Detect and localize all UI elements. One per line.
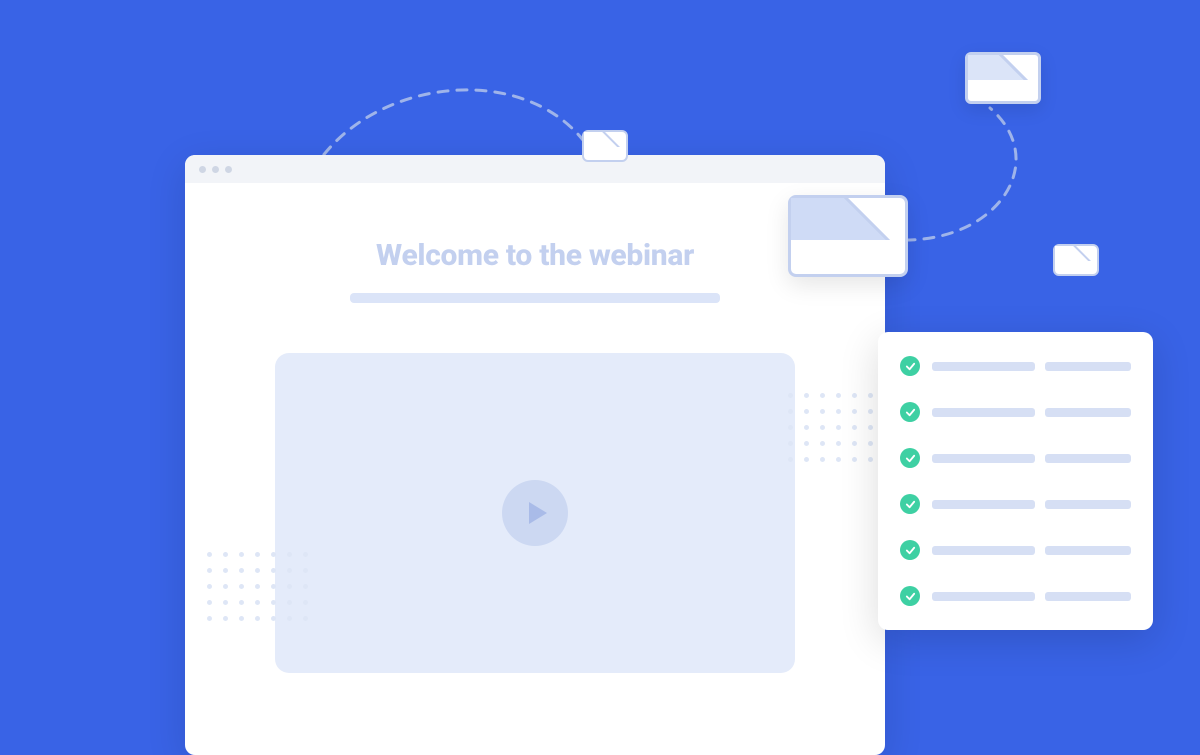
checklist-item [900, 356, 1131, 376]
envelope-icon [582, 130, 628, 162]
page-subtitle-placeholder [350, 293, 720, 303]
check-icon [900, 540, 920, 560]
window-dot-icon [199, 166, 206, 173]
video-player[interactable] [275, 353, 795, 673]
text-placeholder [1045, 546, 1131, 555]
text-placeholder [1045, 500, 1131, 509]
check-icon [900, 494, 920, 514]
window-dot-icon [212, 166, 219, 173]
checklist-item [900, 448, 1131, 468]
checklist-item [900, 540, 1131, 560]
browser-window: Welcome to the webinar [185, 155, 885, 755]
text-placeholder [1045, 408, 1131, 417]
check-icon [900, 448, 920, 468]
play-button[interactable] [502, 480, 568, 546]
path-arc-right [890, 100, 1080, 250]
check-icon [900, 356, 920, 376]
text-placeholder [1045, 362, 1131, 371]
checklist-item [900, 586, 1131, 606]
check-icon [900, 402, 920, 422]
text-placeholder [1045, 592, 1131, 601]
checklist-item [900, 402, 1131, 422]
text-placeholder [932, 408, 1035, 417]
check-icon [900, 586, 920, 606]
decorative-dot-grid [788, 393, 889, 462]
envelope-icon [1053, 244, 1099, 276]
window-dot-icon [225, 166, 232, 173]
envelope-icon [788, 195, 908, 277]
browser-titlebar [185, 155, 885, 183]
envelope-icon [965, 52, 1041, 104]
text-placeholder [1045, 454, 1131, 463]
page-title: Welcome to the webinar [265, 238, 805, 273]
text-placeholder [932, 454, 1035, 463]
play-icon [529, 502, 547, 524]
text-placeholder [932, 500, 1035, 509]
decorative-dot-grid [207, 552, 308, 621]
text-placeholder [932, 362, 1035, 371]
checklist-item [900, 494, 1131, 514]
text-placeholder [932, 592, 1035, 601]
checklist-card [878, 332, 1153, 630]
text-placeholder [932, 546, 1035, 555]
